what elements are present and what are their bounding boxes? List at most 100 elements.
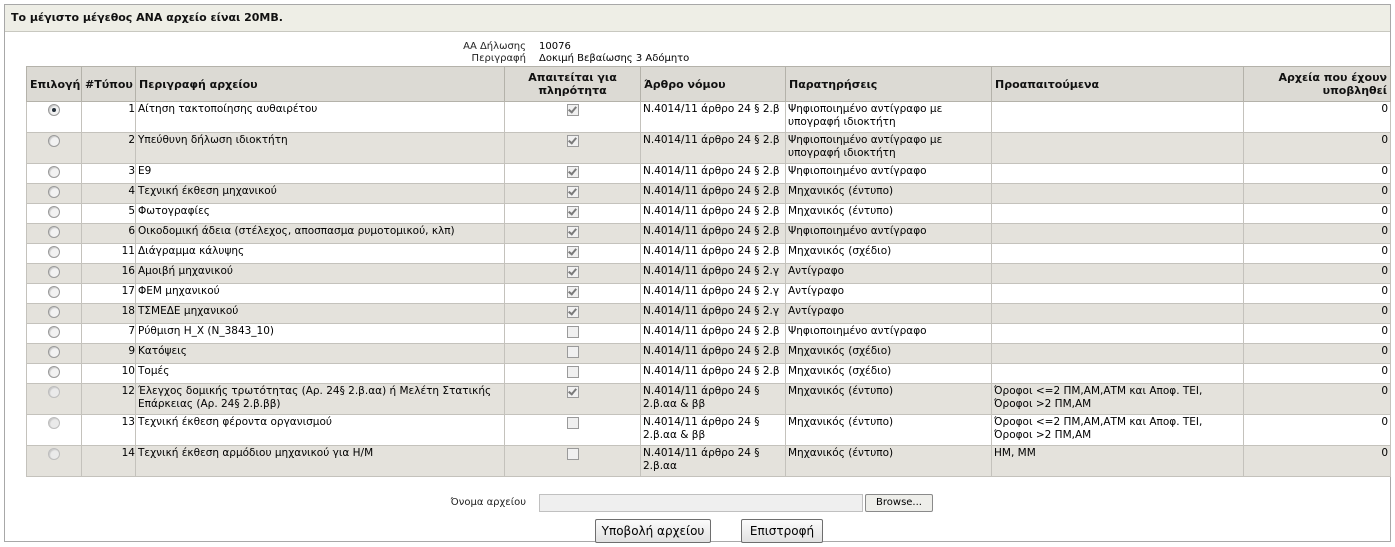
table-row[interactable]: 4 Τεχνική έκθεση μηχανικού Ν.4014/11 άρθρο…: [26, 183, 1391, 204]
file-description: Τεχνική έκθεση μηχανικού: [135, 183, 505, 204]
remarks: Μηχανικός (έντυπο): [785, 203, 992, 224]
prerequisites: [991, 203, 1244, 224]
select-radio[interactable]: [48, 306, 60, 318]
select-radio[interactable]: [48, 346, 60, 358]
select-cell: [26, 223, 82, 244]
file-description: Φωτογραφίες: [135, 203, 505, 224]
select-cell: [26, 383, 82, 415]
required-checkbox: [566, 366, 579, 378]
prerequisites: [991, 243, 1244, 264]
submitted-count: 0: [1243, 101, 1391, 133]
law-article: Ν.4014/11 άρθρο 24 § 2.γ: [640, 303, 786, 324]
law-article: Ν.4014/11 άρθρο 24 § 2.β: [640, 101, 786, 133]
submitted-count: 0: [1243, 163, 1391, 184]
required-cell: [504, 101, 641, 133]
submitted-count: 0: [1243, 183, 1391, 204]
file-description: ΦΕΜ μηχανικού: [135, 283, 505, 304]
table-row[interactable]: 9 Κατόψεις Ν.4014/11 άρθρο 24 § 2.β Μηχανικ…: [26, 343, 1391, 364]
table-row[interactable]: 11 Διάγραμμα κάλυψης Ν.4014/11 άρθρο 24 § …: [26, 243, 1391, 264]
law-article: Ν.4014/11 άρθρο 24 § 2.β: [640, 132, 786, 164]
file-description: Κατόψεις: [135, 343, 505, 364]
required-checkbox: [566, 266, 579, 278]
required-checkbox: [566, 326, 579, 338]
table-row[interactable]: 14 Τεχνική έκθεση αρμόδιου μηχανικού για …: [26, 445, 1391, 477]
law-article: Ν.4014/11 άρθρο 24 § 2.β: [640, 343, 786, 364]
select-radio: [48, 417, 60, 429]
table-row[interactable]: 5 Φωτογραφίες Ν.4014/11 άρθρο 24 § 2.β Μηχα…: [26, 203, 1391, 224]
type-number: 2: [81, 132, 136, 164]
submitted-count: 0: [1243, 303, 1391, 324]
file-description: Οικοδομική άδεια (στέλεχος, αποσπασμα ρυ…: [135, 223, 505, 244]
select-cell: [26, 283, 82, 304]
browse-button[interactable]: Browse...: [865, 494, 933, 512]
select-cell: [26, 323, 82, 344]
law-article: Ν.4014/11 άρθρο 24 § 2.β: [640, 323, 786, 344]
submitted-count: 0: [1243, 363, 1391, 384]
required-checkbox: [566, 166, 579, 178]
prerequisites: Όροφοι <=2 ΠΜ,ΑΜ,ΑΤΜ και Αποφ. ΤΕΙ, Όροφ…: [991, 383, 1244, 415]
remarks: Ψηφιοποιημένο αντίγραφο: [785, 163, 992, 184]
select-radio[interactable]: [48, 226, 60, 238]
type-number: 14: [81, 445, 136, 477]
file-name-input[interactable]: [539, 494, 863, 512]
law-article: Ν.4014/11 άρθρο 24 § 2.β.αα & ββ: [640, 383, 786, 415]
law-article: Ν.4014/11 άρθρο 24 § 2.γ: [640, 283, 786, 304]
required-cell: [504, 243, 641, 264]
table-row[interactable]: 13 Τεχνική έκθεση φέροντα οργανισμού Ν.401…: [26, 414, 1391, 446]
required-checkbox: [566, 246, 579, 258]
select-radio[interactable]: [48, 266, 60, 278]
select-radio[interactable]: [48, 286, 60, 298]
required-cell: [504, 363, 641, 384]
select-radio[interactable]: [48, 166, 60, 178]
col-required-header: Απαιτείται για πληρότητα: [504, 66, 641, 102]
remarks: Ψηφιοποιημένο αντίγραφο με υπογραφή ιδιο…: [785, 132, 992, 164]
required-cell: [504, 283, 641, 304]
remarks: Ψηφιοποιημένο αντίγραφο: [785, 223, 992, 244]
file-description: Διάγραμμα κάλυψης: [135, 243, 505, 264]
select-cell: [26, 303, 82, 324]
submitted-count: 0: [1243, 383, 1391, 415]
prerequisites: [991, 132, 1244, 164]
table-row[interactable]: 7 Ρύθμιση Η_Χ (Ν_3843_10) Ν.4014/11 άρθρο …: [26, 323, 1391, 344]
file-description: Τεχνική έκθεση φέροντα οργανισμού: [135, 414, 505, 446]
back-button[interactable]: Επιστροφή: [741, 519, 823, 543]
required-checkbox: [566, 417, 579, 429]
law-article: Ν.4014/11 άρθρο 24 § 2.β.αα & ββ: [640, 414, 786, 446]
law-article: Ν.4014/11 άρθρο 24 § 2.β: [640, 203, 786, 224]
select-radio[interactable]: [48, 206, 60, 218]
select-cell: [26, 414, 82, 446]
required-cell: [504, 383, 641, 415]
select-radio[interactable]: [48, 104, 60, 116]
col-type-no-header: #Τύπου: [81, 66, 136, 102]
file-description: Αίτηση τακτοποίησης αυθαιρέτου: [135, 101, 505, 133]
required-cell: [504, 343, 641, 364]
select-radio[interactable]: [48, 135, 60, 147]
table-row[interactable]: 2 Υπεύθυνη δήλωση ιδιοκτήτη Ν.4014/11 άρθρ…: [26, 132, 1391, 164]
remarks: Ψηφιοποιημένο αντίγραφο με υπογραφή ιδιο…: [785, 101, 992, 133]
declaration-value: 10076: [539, 41, 571, 52]
table-row[interactable]: 12 Έλεγχος δομικής τρωτότητας (Αρ. 24§ 2.…: [26, 383, 1391, 415]
table-row[interactable]: 17 ΦΕΜ μηχανικού Ν.4014/11 άρθρο 24 § 2.γ Α…: [26, 283, 1391, 304]
select-radio[interactable]: [48, 326, 60, 338]
description-value: Δοκιμή Βεβαίωσης 3 Αδόμητο: [539, 53, 690, 64]
type-number: 11: [81, 243, 136, 264]
required-checkbox: [566, 135, 579, 147]
table-row[interactable]: 6 Οικοδομική άδεια (στέλεχος, αποσπασμα ρ…: [26, 223, 1391, 244]
select-radio[interactable]: [48, 246, 60, 258]
submitted-count: 0: [1243, 263, 1391, 284]
select-radio[interactable]: [48, 186, 60, 198]
file-description: Αμοιβή μηχανικού: [135, 263, 505, 284]
select-radio[interactable]: [48, 366, 60, 378]
remarks: Ψηφιοποιημένο αντίγραφο: [785, 323, 992, 344]
table-row[interactable]: 16 Αμοιβή μηχανικού Ν.4014/11 άρθρο 24 § 2…: [26, 263, 1391, 284]
remarks: Μηχανικός (έντυπο): [785, 383, 992, 415]
table-row[interactable]: 18 ΤΣΜΕΔΕ μηχανικού Ν.4014/11 άρθρο 24 § 2…: [26, 303, 1391, 324]
table-row[interactable]: 3 Ε9 Ν.4014/11 άρθρο 24 § 2.β Ψηφιοποιημένο…: [26, 163, 1391, 184]
law-article: Ν.4014/11 άρθρο 24 § 2.β: [640, 163, 786, 184]
prerequisites: [991, 323, 1244, 344]
file-description: Έλεγχος δομικής τρωτότητας (Αρ. 24§ 2.β.…: [135, 383, 505, 415]
required-checkbox: [566, 346, 579, 358]
submit-file-button[interactable]: Υποβολή αρχείου: [595, 519, 711, 543]
table-row[interactable]: 1 Αίτηση τακτοποίησης αυθαιρέτου Ν.4014/11…: [26, 101, 1391, 133]
table-row[interactable]: 10 Τομές Ν.4014/11 άρθρο 24 § 2.β Μηχανικός…: [26, 363, 1391, 384]
